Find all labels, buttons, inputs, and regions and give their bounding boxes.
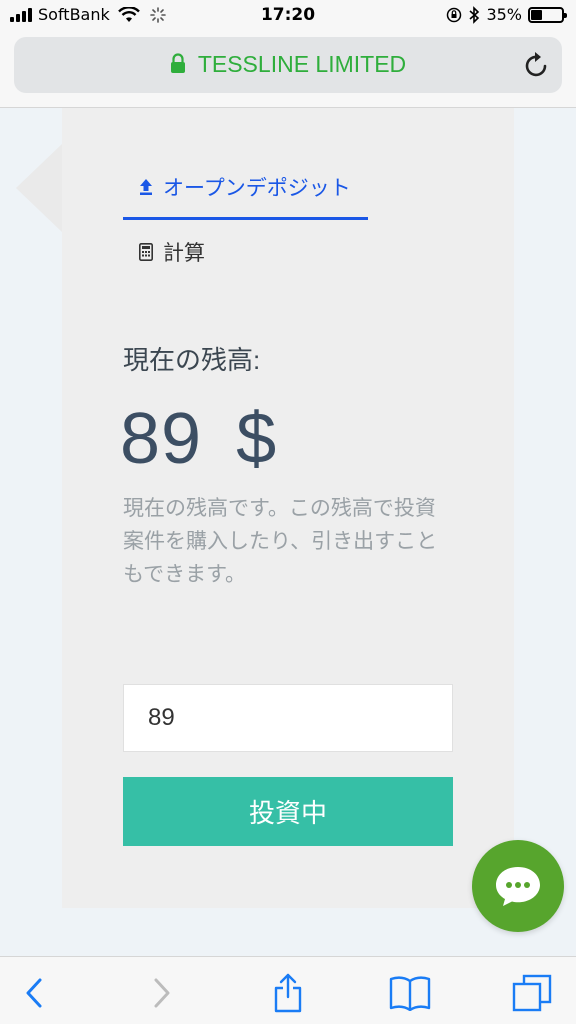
back-button[interactable] [4, 971, 64, 1015]
invest-button[interactable]: 投資中 [123, 777, 453, 846]
calculator-icon [139, 243, 153, 261]
balance-description: 現在の残高です。この残高で投資案件を購入したり、引き出すこともできます。 [123, 497, 438, 586]
side-menu-tab[interactable] [16, 144, 62, 232]
orientation-lock-icon [447, 7, 462, 22]
balance-amount: 89 $ [120, 398, 277, 480]
tab-calculate-label: 計算 [163, 242, 205, 265]
site-identity: TESSLINE LIMITED [14, 51, 562, 78]
back-chevron-icon [26, 978, 42, 1008]
bookmarks-icon [389, 976, 431, 1011]
tab-open-deposit[interactable]: オープンデポジット [123, 172, 368, 220]
share-button[interactable] [258, 971, 318, 1015]
browser-toolbar [0, 956, 576, 1024]
deposit-amount-input[interactable] [123, 684, 453, 752]
upload-icon [140, 179, 152, 195]
bookmarks-button[interactable] [380, 971, 440, 1015]
site-title: TESSLINE LIMITED [197, 51, 407, 77]
tabs-button[interactable] [502, 971, 562, 1015]
status-right: 35% [446, 5, 567, 24]
balance-currency: $ [236, 399, 278, 479]
forward-chevron-icon [154, 978, 170, 1008]
balance-label: 現在の残高: [123, 345, 261, 375]
tab-open-deposit-label: オープンデポジット [163, 177, 351, 200]
share-icon [274, 973, 302, 1013]
tabs-icon [512, 974, 552, 1012]
battery-percent: 35% [486, 5, 522, 24]
chat-bubble-icon [496, 867, 540, 906]
page-content: オープンデポジット 計算 現在の残高: 89 $ 現在の残高です。この残高で投資案… [0, 108, 576, 956]
status-bar: SoftBank 17:20 35% [0, 0, 576, 32]
balance-value: 89 [120, 399, 203, 479]
battery-icon [528, 6, 567, 23]
address-bar[interactable]: TESSLINE LIMITED [14, 37, 562, 93]
reload-icon[interactable] [524, 51, 550, 79]
chat-button[interactable] [472, 840, 564, 932]
lock-icon [170, 53, 185, 73]
tab-calculate[interactable]: 計算 [139, 236, 205, 268]
deposit-panel: オープンデポジット 計算 現在の残高: 89 $ 現在の残高です。この残高で投資案… [62, 108, 514, 908]
battery-fill [531, 9, 542, 20]
browser-header: TESSLINE LIMITED [0, 32, 576, 108]
bluetooth-icon [469, 5, 480, 24]
forward-button[interactable] [132, 971, 192, 1015]
